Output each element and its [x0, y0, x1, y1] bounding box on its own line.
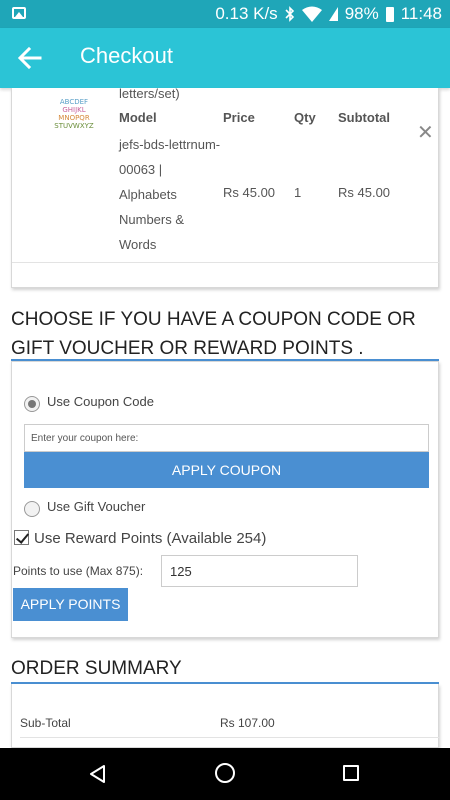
coupon-input[interactable]: Enter your coupon here: [24, 424, 429, 452]
order-summary-card: Sub-Total Rs 107.00 [11, 684, 440, 748]
reward-points-label[interactable]: Use Reward Points (Available 254) [34, 530, 266, 547]
order-summary-title: ORDER SUMMARY [11, 658, 182, 679]
model-line: Words [119, 237, 157, 252]
apply-points-button[interactable]: APPLY POINTS [13, 588, 128, 621]
divider [12, 262, 440, 263]
bluetooth-icon [285, 6, 294, 22]
model-line: Alphabets [119, 187, 177, 202]
thumb-line-2: GHIJKL [62, 106, 85, 114]
use-coupon-radio[interactable] [24, 396, 40, 412]
header-subtotal: Subtotal [338, 110, 390, 125]
model-line: jefs-bds-lettrnum- [119, 137, 221, 152]
subtotal-value: Rs 107.00 [220, 716, 275, 730]
coupon-title-line-1: CHOOSE IF YOU HAVE A COUPON CODE OR [11, 309, 416, 330]
model-line: 00063 | [119, 162, 163, 177]
remove-item-close-icon[interactable]: ✕ [417, 120, 434, 145]
use-coupon-label[interactable]: Use Coupon Code [47, 394, 154, 409]
nav-back-icon[interactable] [89, 765, 107, 783]
points-to-use-label: Points to use (Max 875): [13, 564, 144, 578]
product-name-tail: letters/set) [119, 86, 180, 101]
subtotal-cell: Rs 45.00 [338, 185, 391, 200]
subtotal-label: Sub-Total [20, 716, 71, 730]
status-bar: 0.13 K/s 98% 11:48 [0, 0, 450, 28]
signal-icon [328, 7, 338, 21]
coupon-card: Use Coupon Code Enter your coupon here: … [11, 361, 439, 638]
network-speed: 0.13 K/s [215, 4, 278, 23]
nav-home-icon[interactable] [215, 763, 235, 783]
use-gift-voucher-label[interactable]: Use Gift Voucher [47, 499, 145, 514]
model-cell: jefs-bds-lettrnum- 00063 | Alphabets Num… [119, 132, 229, 257]
header-qty: Qty [294, 110, 316, 125]
image-notification-icon [12, 7, 26, 19]
battery-percent: 98% [344, 4, 379, 23]
coupon-section-title: CHOOSE IF YOU HAVE A COUPON CODE OR GIFT… [11, 305, 416, 363]
page-title: Checkout [80, 43, 173, 68]
app-bar: Checkout [0, 28, 450, 88]
system-nav-bar [0, 748, 450, 800]
status-right: 0.13 K/s 98% 11:48 [215, 0, 442, 28]
thumb-line-3: MNOPQR [58, 114, 90, 122]
apply-coupon-button[interactable]: APPLY COUPON [24, 452, 429, 488]
wifi-icon [301, 6, 322, 22]
nav-recent-apps-icon[interactable] [343, 765, 359, 781]
header-model: Model [119, 110, 157, 125]
thumb-line-1: ABCDEF [60, 98, 88, 106]
reward-points-checkbox[interactable] [14, 530, 29, 545]
points-input[interactable]: 125 [161, 555, 358, 587]
header-price: Price [223, 110, 255, 125]
thumb-line-4: STUVWXYZ [54, 122, 94, 130]
back-arrow-icon[interactable] [16, 44, 44, 72]
product-thumbnail[interactable]: ABCDEF GHIJKL MNOPQR STUVWXYZ [48, 96, 100, 130]
price-cell: Rs 45.00 [223, 185, 276, 200]
use-gift-voucher-radio[interactable] [24, 501, 40, 517]
divider [20, 737, 440, 738]
model-line: Numbers & [119, 212, 185, 227]
clock: 11:48 [400, 4, 442, 23]
cart-item-card: letters/set) ABCDEF GHIJKL MNOPQR STUVWX… [11, 86, 440, 288]
qty-cell: 1 [294, 185, 302, 200]
battery-icon [385, 6, 394, 22]
